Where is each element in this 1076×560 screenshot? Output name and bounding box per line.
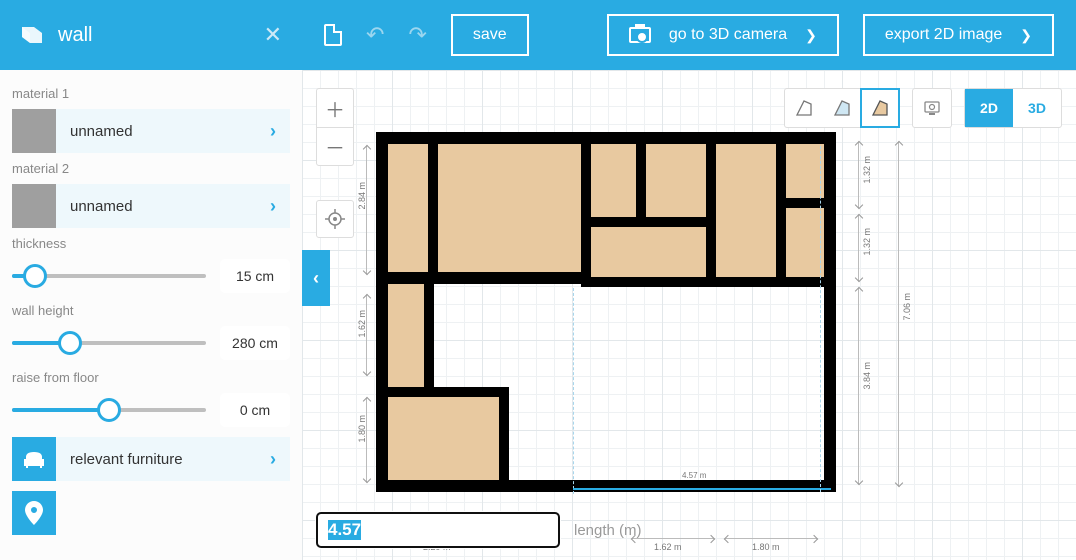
canvas[interactable]: ＋ － ‹ 2D 3D: [302, 70, 1076, 560]
view-2d-button[interactable]: 2D: [965, 89, 1013, 127]
dim-value: 7.06 m: [902, 293, 912, 321]
redo-button[interactable]: ↷: [408, 22, 426, 48]
wall-height-value: 280 cm: [220, 326, 290, 360]
style-toggle-group: [784, 88, 900, 128]
wall-height-label: wall height: [12, 303, 290, 318]
go-to-3d-camera-button[interactable]: go to 3D camera ❯: [607, 14, 839, 56]
raise-from-floor-slider[interactable]: [12, 397, 206, 423]
material-1-label: material 1: [12, 86, 290, 101]
floor-plan[interactable]: [376, 132, 836, 492]
material-2-row[interactable]: unnamed ›: [12, 184, 290, 228]
export-2d-label: export 2D image: [885, 26, 1002, 44]
new-document-button[interactable]: [324, 24, 342, 46]
dim-arrow: [632, 538, 714, 539]
chevron-right-icon: ›: [270, 196, 276, 217]
panel-title: wall: [58, 24, 264, 47]
length-input-bar: length (m): [316, 512, 642, 548]
length-label: length (m): [574, 522, 642, 539]
material-2-label: material 2: [12, 161, 290, 176]
thickness-slider[interactable]: [12, 263, 206, 289]
style-shaded-button[interactable]: [823, 89, 861, 127]
relevant-furniture-label: relevant furniture: [70, 451, 183, 468]
header: wall ✕ ↶ ↷ save go to 3D camera ❯ export…: [0, 0, 1076, 70]
dim-arrow: [858, 142, 859, 208]
chevron-right-icon: ❯: [1020, 27, 1032, 44]
header-left: wall ✕: [0, 22, 302, 48]
thickness-label: thickness: [12, 236, 290, 251]
dim-arrow: [366, 146, 367, 274]
material-swatch: [12, 184, 56, 228]
raise-from-floor-label: raise from floor: [12, 370, 290, 385]
body: material 1 unnamed › material 2 unnamed …: [0, 70, 1076, 560]
material-swatch: [12, 109, 56, 153]
chevron-right-icon: ❯: [805, 27, 817, 44]
export-2d-button[interactable]: export 2D image ❯: [863, 14, 1054, 56]
view-mode-toggle: 2D 3D: [964, 88, 1062, 128]
location-pin-button[interactable]: [12, 491, 56, 535]
view-3d-button[interactable]: 3D: [1013, 89, 1061, 127]
wall-icon: [20, 25, 44, 45]
style-textured-button[interactable]: [861, 89, 899, 127]
dim-value: 3.84 m: [862, 362, 872, 390]
save-button[interactable]: save: [451, 14, 529, 56]
selected-wall-segment[interactable]: [573, 488, 831, 490]
dim-value: 1.62 m: [654, 542, 682, 552]
material-1-row[interactable]: unnamed ›: [12, 109, 290, 153]
document-icon: [324, 24, 342, 46]
dim-value: 1.80 m: [357, 415, 367, 443]
camera-icon: [629, 27, 651, 43]
wall-height-slider[interactable]: [12, 330, 206, 356]
dim-arrow: [858, 288, 859, 484]
dim-arrow: [858, 215, 859, 281]
zoom-out-button[interactable]: －: [317, 127, 353, 165]
zoom-in-button[interactable]: ＋: [317, 89, 353, 127]
go-to-3d-label: go to 3D camera: [669, 26, 787, 44]
header-right: ↶ ↷ save go to 3D camera ❯ export 2D ima…: [302, 14, 1076, 56]
dim-value: 1.62 m: [357, 310, 367, 338]
chevron-right-icon: ›: [270, 449, 276, 470]
length-input[interactable]: [316, 512, 560, 548]
selection-guide: [820, 146, 821, 492]
center-view-button[interactable]: [316, 200, 354, 238]
style-outline-button[interactable]: [785, 89, 823, 127]
dim-value: 1.32 m: [862, 156, 872, 184]
collapse-sidebar-button[interactable]: ‹: [302, 250, 330, 306]
material-1-name: unnamed: [56, 123, 270, 140]
close-icon[interactable]: ✕: [264, 22, 282, 48]
chevron-right-icon: ›: [270, 121, 276, 142]
thickness-value: 15 cm: [220, 259, 290, 293]
dim-value: 2.84 m: [357, 182, 367, 210]
dim-arrow: [725, 538, 817, 539]
zoom-tools: ＋ －: [316, 88, 354, 166]
material-2-name: unnamed: [56, 198, 270, 215]
furniture-icon: [12, 437, 56, 481]
undo-button[interactable]: ↶: [366, 22, 384, 48]
raise-from-floor-value: 0 cm: [220, 393, 290, 427]
dim-arrow: [898, 142, 899, 486]
relevant-furniture-button[interactable]: relevant furniture ›: [12, 437, 290, 481]
display-settings-button[interactable]: [913, 89, 951, 127]
selection-guide: [573, 288, 574, 494]
top-right-tools: 2D 3D: [784, 88, 1062, 128]
dim-value: 1.32 m: [862, 228, 872, 256]
dim-value: 1.80 m: [752, 542, 780, 552]
sidebar: material 1 unnamed › material 2 unnamed …: [0, 70, 302, 560]
settings-button-group: [912, 88, 952, 128]
